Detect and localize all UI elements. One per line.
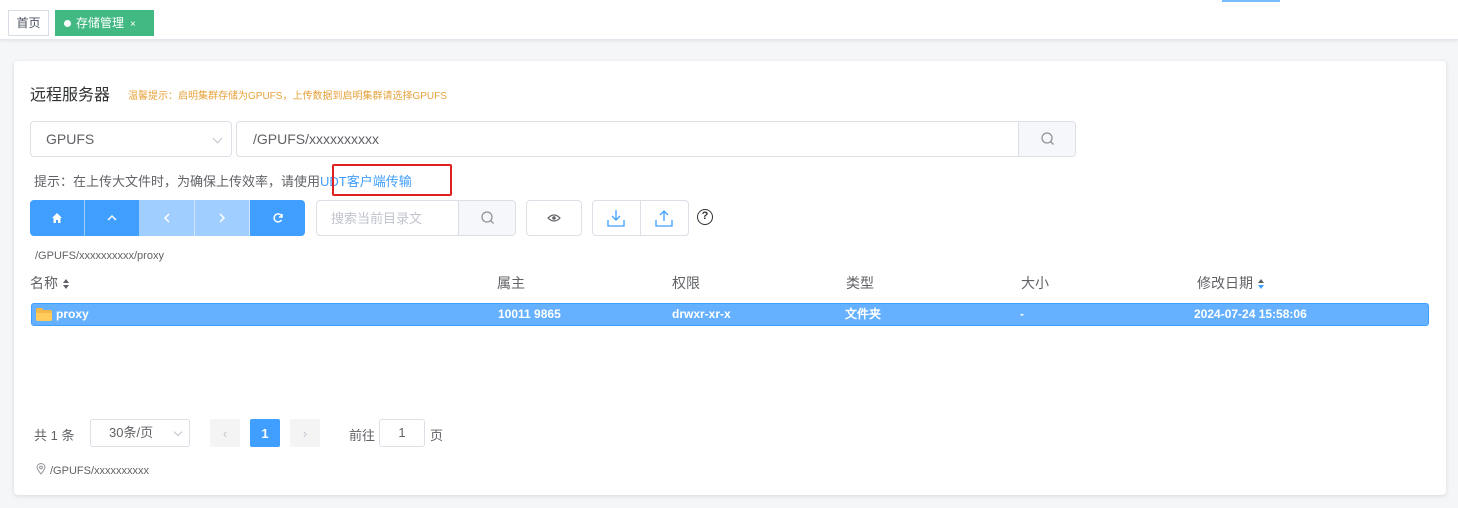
upload-button[interactable] [641,201,689,235]
chevron-right-icon [219,213,226,223]
cell-modified: 2024-07-24 15:58:06 [1194,307,1307,321]
column-header-permission: 权限 [672,275,700,291]
page-number-1[interactable]: 1 [250,419,280,447]
close-icon[interactable]: × [130,13,136,37]
cell-size: - [1020,307,1024,321]
upload-icon [655,210,673,227]
remote-server-panel: 远程服务器 温馨提示：启明集群存储为GPUFS，上传数据到启明集群请选择GPUF… [14,61,1446,495]
table-header: 名称 属主 权限 类型 大小 修改日期 [30,273,1430,293]
current-path: /GPUFS/xxxxxxxxxx/proxy [35,250,164,262]
top-accent-line [1222,0,1280,2]
refresh-button[interactable] [250,200,305,236]
chevron-down-icon [173,427,183,437]
home-icon [52,213,62,223]
cell-name: proxy [56,307,89,321]
back-button[interactable] [140,200,195,236]
warning-text: 温馨提示：启明集群存储为GPUFS，上传数据到启明集群请选择GPUFS [128,91,447,102]
eye-icon [547,214,561,222]
table-row[interactable]: proxy 10011 9865 drwxr-xr-x 文件夹 - 2024-0… [31,303,1429,326]
hint-text: 提示：在上传大文件时，为确保上传效率，请使用 [34,174,321,189]
directory-search-button[interactable] [458,201,515,235]
chevron-left-icon [163,213,170,223]
column-header-modified[interactable]: 修改日期 [1197,273,1264,293]
column-header-owner: 属主 [497,275,525,291]
sort-icon[interactable] [1258,279,1264,290]
column-header-name[interactable]: 名称 [30,273,69,293]
storage-select-value: GPUFS [46,131,95,147]
directory-search [316,200,516,236]
storage-select[interactable]: GPUFS [30,121,232,157]
tab-label: 存储管理 [76,16,125,30]
download-button[interactable] [593,201,641,235]
path-input[interactable]: /GPUFS/xxxxxxxxxx [236,121,1076,157]
panel-title: 远程服务器 [30,87,111,104]
home-button[interactable] [30,200,85,236]
directory-search-input[interactable] [317,201,459,235]
active-dot-icon [64,20,71,27]
prev-page-button[interactable]: ‹ [210,419,240,447]
folder-icon [36,308,52,321]
next-page-button[interactable]: › [290,419,320,447]
column-header-size: 大小 [1021,275,1049,291]
navigation-button-group [30,200,305,236]
cell-permission: drwxr-xr-x [672,307,731,321]
path-input-value: /GPUFS/xxxxxxxxxx [253,131,380,147]
forward-button[interactable] [195,200,250,236]
header-label: 修改日期 [1197,275,1253,291]
chevron-up-icon [107,214,117,221]
footer-location: /GPUFS/xxxxxxxxxx [36,463,149,477]
page-size-select[interactable]: 30条/页 [90,419,190,447]
footer-path: /GPUFS/xxxxxxxxxx [50,465,150,477]
sort-icon[interactable] [63,279,69,290]
cell-owner: 10011 9865 [498,307,561,321]
search-icon [481,211,494,224]
help-icon[interactable]: ? [697,209,713,225]
download-icon [607,210,625,227]
up-button[interactable] [85,200,140,236]
tab-storage-management[interactable]: 存储管理 × [55,10,154,36]
highlight-box [332,164,452,196]
transfer-button-group [592,200,689,236]
chevron-down-icon [212,133,223,144]
show-hidden-button[interactable] [526,200,582,236]
search-icon [1041,132,1054,145]
path-search-button[interactable] [1018,122,1075,156]
pagination-total: 共 1 条 [34,428,75,443]
page-label: 页 [430,428,444,443]
goto-label: 前往 [349,428,376,443]
column-header-type: 类型 [846,275,874,291]
page-size-value: 30条/页 [109,425,154,440]
tags-bar: 首页 存储管理 × [0,0,1458,40]
header-label: 名称 [30,275,58,291]
tab-home[interactable]: 首页 [8,10,49,36]
goto-page-input[interactable]: 1 [379,419,425,447]
cell-type: 文件夹 [845,307,882,321]
refresh-icon [272,213,283,223]
location-icon [36,463,46,475]
